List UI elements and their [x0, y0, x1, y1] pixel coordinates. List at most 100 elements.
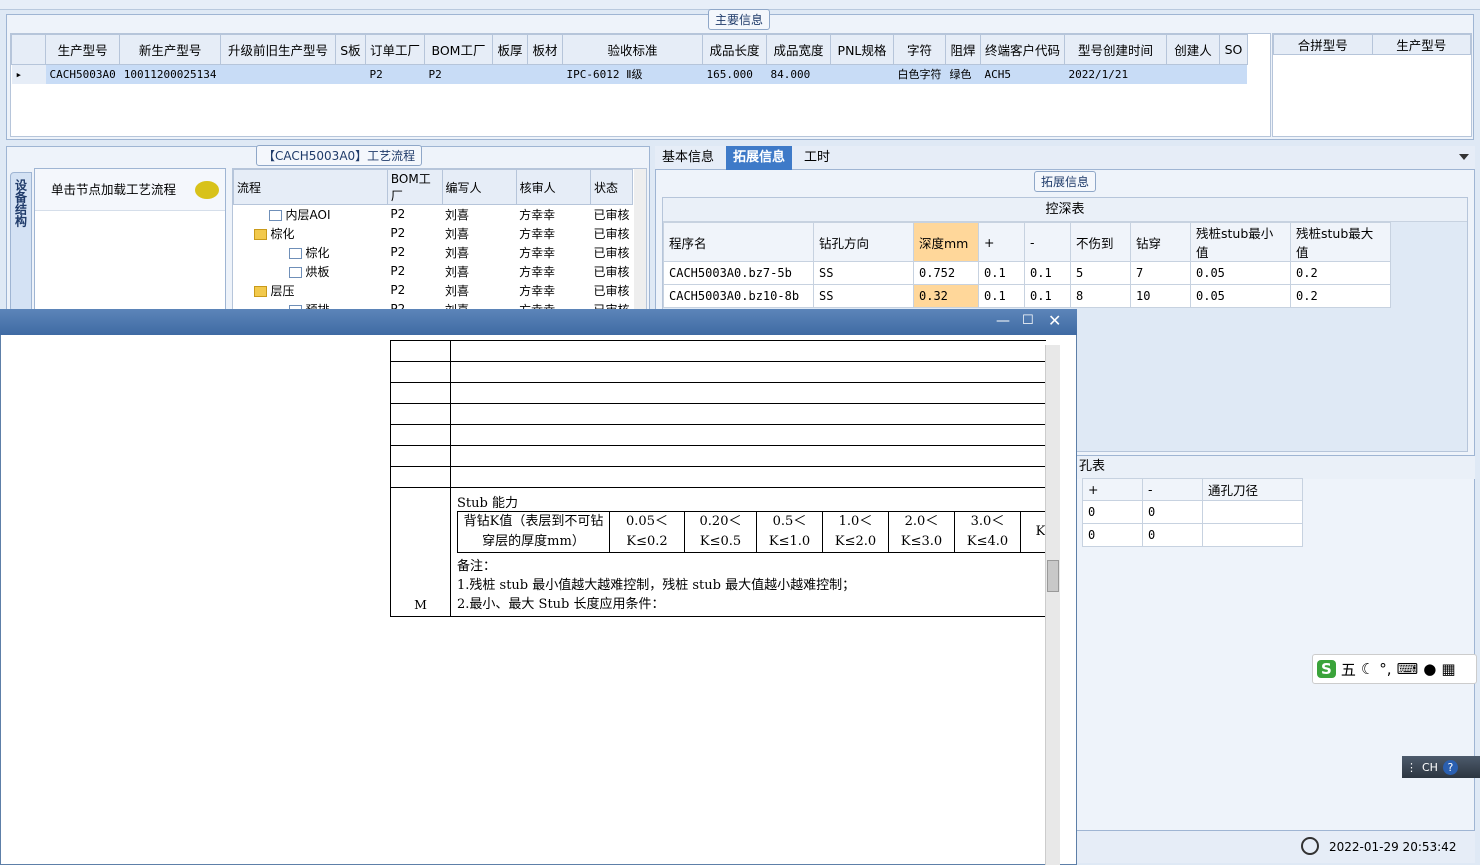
main-cell[interactable]: IPC-6012 Ⅱ级: [562, 64, 703, 84]
hole-cell[interactable]: 0: [1082, 500, 1143, 524]
tree-col-header[interactable]: 编写人: [441, 169, 517, 205]
main-cell[interactable]: [220, 64, 336, 84]
help-icon[interactable]: ?: [1442, 759, 1458, 775]
tree-col-header[interactable]: 核审人: [515, 169, 591, 205]
hole-table[interactable]: + - 通孔刀径 0000: [1082, 478, 1303, 547]
tree-row[interactable]: 内层AOI P2 刘喜 方幸幸 已审核: [234, 205, 633, 224]
depth-col-header[interactable]: 程序名: [663, 222, 814, 262]
main-col-header[interactable]: 成品长度: [701, 34, 767, 65]
main-col-header[interactable]: 板厚: [491, 34, 528, 65]
main-cell[interactable]: [830, 64, 894, 84]
moon-icon[interactable]: ☾: [1361, 660, 1374, 678]
tree-col-header[interactable]: 流程: [233, 169, 388, 205]
tab-basic-info[interactable]: 基本信息: [655, 146, 721, 170]
minimize-icon[interactable]: —: [996, 313, 1010, 329]
depth-cell[interactable]: 0.05: [1190, 261, 1291, 285]
main-col-header[interactable]: 验收标准: [561, 34, 703, 65]
hole-col-header[interactable]: +: [1082, 478, 1143, 501]
main-cell[interactable]: 白色字符: [893, 64, 946, 84]
depth-col-header[interactable]: 残桩stub最小值: [1190, 222, 1291, 262]
depth-cell[interactable]: 0.1: [978, 261, 1025, 285]
hole-row[interactable]: 00: [1082, 523, 1303, 547]
row-indicator[interactable]: ▸: [11, 64, 46, 84]
depth-cell[interactable]: 8: [1070, 284, 1131, 308]
hole-cell[interactable]: 0: [1142, 500, 1203, 524]
hole-row[interactable]: 00: [1082, 500, 1303, 524]
depth-row[interactable]: CACH5003A0.bz7-5b SS 0.752 0.1 0.1 5 7 0.05 0.2: [663, 261, 1391, 285]
main-cell[interactable]: 2022/1/21: [1064, 64, 1167, 84]
node-panel[interactable]: 单击节点加载工艺流程: [34, 168, 226, 318]
main-col-header[interactable]: 升级前旧生产型号: [219, 34, 336, 65]
tree-row[interactable]: 棕化 P2 刘喜 方幸幸 已审核: [234, 224, 633, 243]
main-col-header[interactable]: BOM工厂: [423, 34, 493, 65]
main-cell[interactable]: P2: [424, 64, 493, 84]
tree-node[interactable]: 棕化: [234, 243, 388, 262]
document-titlebar[interactable]: — ☐ ✕: [0, 309, 1077, 335]
hole-col-header[interactable]: 通孔刀径: [1202, 478, 1303, 501]
main-cell[interactable]: [335, 64, 366, 84]
main-cell[interactable]: CACH5003A0: [45, 64, 120, 84]
depth-col-header[interactable]: 残桩stub最大值: [1290, 222, 1391, 262]
depth-cell[interactable]: 10: [1130, 284, 1191, 308]
main-col-header[interactable]: 创建人: [1165, 34, 1220, 65]
depth-col-header[interactable]: 钻穿: [1130, 222, 1191, 262]
depth-cell[interactable]: 0.2: [1290, 261, 1391, 285]
main-cell[interactable]: [527, 64, 563, 84]
device-structure-tab[interactable]: 设备结构: [10, 172, 32, 312]
main-col-header[interactable]: 成品宽度: [765, 34, 831, 65]
depth-col-header[interactable]: 不伤到: [1070, 222, 1131, 262]
hole-cell[interactable]: [1202, 500, 1303, 524]
tree-row[interactable]: 层压 P2 刘喜 方幸幸 已审核: [234, 281, 633, 300]
depth-col-header[interactable]: +: [978, 222, 1025, 262]
depth-cell[interactable]: 0.05: [1190, 284, 1291, 308]
main-cell[interactable]: P2: [365, 64, 425, 84]
main-grid[interactable]: 生产型号 新生产型号 升级前旧生产型号 S板 订单工厂 BOM工厂 板厚 板材 验收标准 成品长度…: [10, 33, 1271, 137]
main-col-header[interactable]: 型号创建时间: [1063, 34, 1167, 65]
language-label[interactable]: CH: [1422, 761, 1438, 774]
main-cell[interactable]: 165.000: [702, 64, 767, 84]
depth-cell[interactable]: 5: [1070, 261, 1131, 285]
main-cell[interactable]: [1219, 64, 1248, 84]
tree-col-header[interactable]: 状态: [589, 169, 634, 205]
depth-col-header[interactable]: -: [1024, 222, 1071, 262]
depth-col-header[interactable]: 钻孔方向: [813, 222, 914, 262]
tree-row[interactable]: 棕化 P2 刘喜 方幸幸 已审核: [234, 243, 633, 262]
process-tree[interactable]: 流程 BOM工厂 编写人 核审人 状态 内层AOI P2 刘喜 方幸幸 已审核 棕化 P2 刘喜 方幸幸…: [232, 168, 647, 313]
main-cell[interactable]: ACH5: [980, 64, 1065, 84]
hole-cell[interactable]: 0: [1082, 523, 1143, 547]
tree-scrollbar[interactable]: [634, 169, 646, 312]
sogou-logo-icon[interactable]: S: [1317, 660, 1336, 678]
tree-node[interactable]: 棕化: [234, 224, 388, 243]
maximize-icon[interactable]: ☐: [1022, 313, 1034, 328]
main-col-header[interactable]: 新生产型号: [119, 34, 221, 65]
tree-node[interactable]: 内层AOI: [234, 205, 388, 224]
grid-icon[interactable]: ▦: [1441, 660, 1455, 678]
keyboard-icon[interactable]: ⌨: [1397, 660, 1419, 678]
user-icon[interactable]: ●: [1423, 660, 1436, 678]
tree-col-header[interactable]: BOM工厂: [386, 169, 443, 205]
depth-cell[interactable]: 0.752: [913, 261, 979, 285]
main-col-header[interactable]: 板材: [526, 34, 563, 65]
production-col[interactable]: 生产型号: [1371, 34, 1471, 55]
tab-work-hours[interactable]: 工时: [797, 146, 837, 170]
tree-node[interactable]: 烘板: [234, 262, 388, 281]
main-cell[interactable]: 绿色: [945, 64, 981, 84]
depth-cell[interactable]: CACH5003A0.bz10-8b: [663, 284, 814, 308]
merge-grid[interactable]: 合拼型号 生产型号: [1272, 33, 1472, 137]
depth-cell[interactable]: 0.1: [978, 284, 1025, 308]
close-icon[interactable]: ✕: [1048, 311, 1061, 330]
punctuation-icon[interactable]: °,: [1379, 660, 1391, 678]
depth-cell[interactable]: SS: [813, 261, 914, 285]
tab-extended-info[interactable]: 拓展信息: [726, 146, 793, 170]
main-cell[interactable]: [1166, 64, 1220, 84]
main-col-header[interactable]: 订单工厂: [364, 34, 425, 65]
tree-node[interactable]: 层压: [234, 281, 388, 300]
main-col-header[interactable]: 生产型号: [44, 34, 121, 65]
merge-col[interactable]: 合拼型号: [1273, 34, 1373, 55]
depth-cell[interactable]: 0.1: [1024, 284, 1071, 308]
hole-cell[interactable]: 0: [1142, 523, 1203, 547]
scroll-thumb[interactable]: [1047, 560, 1059, 592]
depth-cell[interactable]: SS: [813, 284, 914, 308]
hole-cell[interactable]: [1202, 523, 1303, 547]
ime-mode[interactable]: 五: [1341, 659, 1356, 680]
